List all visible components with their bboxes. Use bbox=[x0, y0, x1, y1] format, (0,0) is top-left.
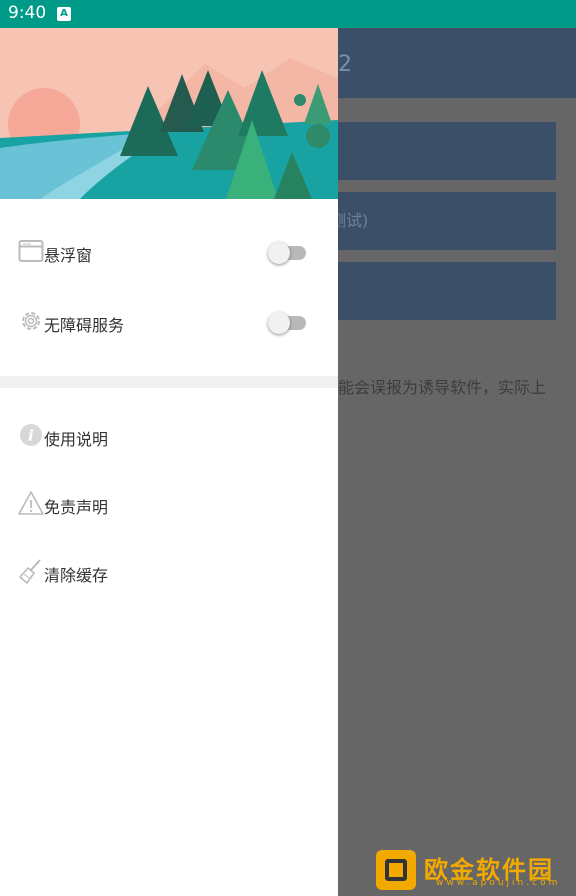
app-button-1[interactable] bbox=[320, 122, 556, 180]
app-button-3[interactable] bbox=[320, 262, 556, 320]
app-title: 2 bbox=[338, 52, 352, 77]
app-notice-text: 能会误报为诱导软件，实际上 bbox=[338, 378, 547, 397]
notification-icon: A bbox=[57, 7, 71, 21]
status-bar: 9:40 A bbox=[0, 0, 576, 28]
menu-item-clear-cache-label: 清除缓存 bbox=[44, 566, 109, 585]
navigation-drawer: 悬浮窗 无障碍服务 i 使用说明 免责声明 清除缓存 bbox=[0, 28, 338, 896]
gear-icon bbox=[18, 308, 42, 332]
info-icon: i bbox=[18, 422, 42, 446]
app-button-2[interactable]: 测试) bbox=[320, 192, 556, 250]
drawer-header-illustration bbox=[0, 28, 338, 199]
status-time: 9:40 bbox=[8, 3, 47, 23]
broom-icon bbox=[18, 558, 42, 584]
menu-item-instructions-label: 使用说明 bbox=[44, 430, 109, 449]
watermark-logo bbox=[376, 850, 416, 890]
menu-item-disclaimer-label: 免责声明 bbox=[44, 498, 109, 517]
floating-window-switch[interactable] bbox=[268, 242, 308, 264]
site-watermark: 欧金软件园 www.apoujin.com bbox=[376, 848, 572, 892]
floating-window-row[interactable]: 悬浮窗 bbox=[0, 228, 338, 276]
svg-text:i: i bbox=[28, 427, 34, 445]
drawer-divider bbox=[0, 376, 338, 388]
accessibility-service-label: 无障碍服务 bbox=[44, 316, 125, 335]
floating-window-label: 悬浮窗 bbox=[44, 246, 93, 265]
watermark-url: www.apoujin.com bbox=[436, 878, 561, 888]
floating-window-icon bbox=[18, 238, 44, 262]
accessibility-service-row[interactable]: 无障碍服务 bbox=[0, 298, 338, 346]
accessibility-service-switch[interactable] bbox=[268, 312, 308, 334]
menu-item-clear-cache[interactable]: 清除缓存 bbox=[0, 548, 338, 596]
menu-item-instructions[interactable]: i 使用说明 bbox=[0, 412, 338, 460]
menu-item-disclaimer[interactable]: 免责声明 bbox=[0, 480, 338, 528]
warning-icon bbox=[18, 490, 44, 515]
